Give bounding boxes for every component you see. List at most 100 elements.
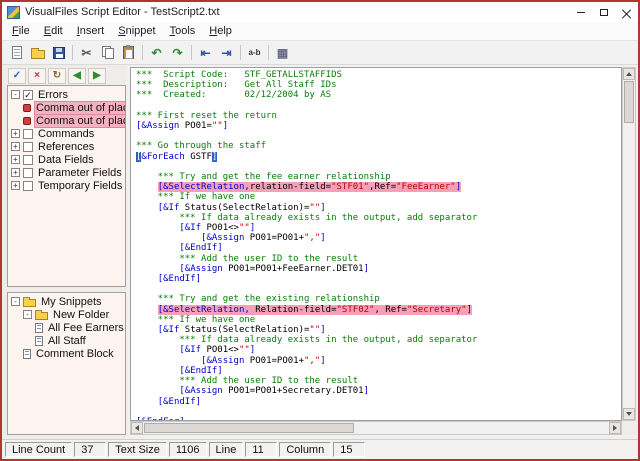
explorer-item-references[interactable]: +References [8,140,125,153]
explorer-item-errors[interactable]: -✓Errors [8,88,125,101]
code-line-12[interactable]: [&SelectRelation,relation-field="STF01",… [136,182,621,192]
save-script-button[interactable] [48,43,69,63]
explorer-item-commands[interactable]: +Commands [8,127,125,140]
code-line-2[interactable]: *** Description: Get All Staff IDs [136,80,621,90]
menu-tools[interactable]: Tools [163,23,203,39]
code-line-34[interactable] [136,407,621,417]
check-script-button[interactable]: ✓ [8,68,26,84]
snippets-item-comment-block[interactable]: Comment Block [8,347,125,360]
explorer-item-temporary-fields[interactable]: +Temporary Fields [8,179,125,192]
code-line-24[interactable]: [&SelectRelation, Relation-field="STF02"… [136,305,621,315]
code-line-19[interactable]: *** Add the user ID to the result [136,254,621,264]
outdent-button[interactable]: ⇤ [195,43,216,63]
explorer-item-parameter-fields[interactable]: +Parameter Fields [8,166,125,179]
code-editor[interactable]: *** Script Code: STF_GETALLSTAFFIDS*** D… [130,67,622,421]
menu-edit[interactable]: Edit [37,23,70,39]
code-line-9[interactable]: [&ForEach GSTF] [136,152,621,162]
menu-file[interactable]: File [5,23,37,39]
scroll-right-button[interactable] [609,422,621,434]
snippets-item-all-fee-earners[interactable]: All Fee Earners [8,321,125,334]
expand-icon[interactable]: + [11,142,20,151]
collapse-icon[interactable]: - [11,90,20,99]
open-script-button[interactable] [27,43,48,63]
vertical-scroll-track[interactable] [623,80,635,408]
new-script-button[interactable] [6,43,27,63]
scroll-down-button[interactable] [623,408,635,420]
minimize-button[interactable] [569,2,592,22]
collapse-icon[interactable]: - [23,310,32,319]
snippets-item-all-staff[interactable]: All Staff [8,334,125,347]
code-line-17[interactable]: [&Assign PO01=PO01+","] [136,233,621,243]
vertical-scroll-thumb[interactable] [624,81,634,123]
code-line-14[interactable]: [&If Status(SelectRelation)=""] [136,203,621,213]
indent-button[interactable]: ⇥ [216,43,237,63]
menu-insert[interactable]: Insert [70,23,112,39]
paste-button[interactable] [118,43,139,63]
code-line-10[interactable] [136,162,621,172]
code-line-23[interactable]: *** Try and get the existing relationshi… [136,294,621,304]
code-line-5[interactable]: *** First reset the return [136,111,621,121]
expand-icon[interactable]: + [11,181,20,190]
delete-item-button[interactable]: × [28,68,46,84]
menu-help[interactable]: Help [202,23,239,39]
code-line-8[interactable]: *** Go through the staff [136,141,621,151]
collapse-icon[interactable]: - [11,297,20,306]
code-line-26[interactable]: [&If Status(SelectRelation)=""] [136,325,621,335]
checkbox[interactable] [23,168,33,178]
checkbox[interactable] [23,129,33,139]
code-line-25[interactable]: *** If we have one [136,315,621,325]
code-line-31[interactable]: *** Add the user ID to the result [136,376,621,386]
code-line-6[interactable]: [&Assign PO01=""] [136,121,621,131]
folder-icon [23,299,36,307]
code-line-11[interactable]: *** Try and get the fee earner relations… [136,172,621,182]
code-line-27[interactable]: *** If data already exists in the output… [136,335,621,345]
next-error-button[interactable]: ▶ [88,68,106,84]
close-button[interactable] [615,2,638,22]
explorer-item-comma-out-of-place[interactable]: Comma out of place [8,114,125,127]
code-line-29[interactable]: [&Assign PO01=PO01+","] [136,356,621,366]
text-size-label: Text Size [108,442,167,457]
expand-icon[interactable]: + [11,168,20,177]
snippet-manager-button[interactable]: ▦ [272,43,293,63]
checkbox[interactable] [23,181,33,191]
code-line-7[interactable] [136,131,621,141]
code-line-28[interactable]: [&If PO01<>""] [136,345,621,355]
horizontal-scroll-thumb[interactable] [144,423,354,433]
snippets-item-new-folder[interactable]: -New Folder [8,308,125,321]
vertical-scrollbar[interactable] [622,67,636,421]
code-line-20[interactable]: [&Assign PO01=PO01+FeeEarner.DET01] [136,264,621,274]
expand-icon[interactable]: + [11,129,20,138]
code-line-22[interactable] [136,284,621,294]
code-line-18[interactable]: [&EndIf] [136,243,621,253]
previous-error-button[interactable]: ◀ [68,68,86,84]
code-line-1[interactable]: *** Script Code: STF_GETALLSTAFFIDS [136,70,621,80]
checkbox[interactable] [23,155,33,165]
scroll-up-button[interactable] [623,68,635,80]
explorer-item-data-fields[interactable]: +Data Fields [8,153,125,166]
code-line-13[interactable]: *** If we have one [136,192,621,202]
find-replace-button[interactable]: a-b [244,43,265,63]
snippets-item-my-snippets[interactable]: -My Snippets [8,295,125,308]
checkbox[interactable] [23,142,33,152]
code-line-33[interactable]: [&EndIf] [136,397,621,407]
maximize-button[interactable] [592,2,615,22]
code-line-16[interactable]: [&If PO01<>""] [136,223,621,233]
undo-button[interactable]: ↶ [146,43,167,63]
code-line-15[interactable]: *** If data already exists in the output… [136,213,621,223]
menu-snippet[interactable]: Snippet [111,23,162,39]
code-line-3[interactable]: *** Created: 02/12/2004 by AS [136,90,621,100]
code-line-32[interactable]: [&Assign PO01=PO01+Secretary.DET01] [136,386,621,396]
redo-button[interactable]: ↷ [167,43,188,63]
refresh-list-button[interactable]: ↻ [48,68,66,84]
scroll-left-button[interactable] [131,422,143,434]
horizontal-scroll-track[interactable] [143,422,609,434]
code-line-21[interactable]: [&EndIf] [136,274,621,284]
explorer-item-comma-out-of-place[interactable]: Comma out of place [8,101,125,114]
checkbox[interactable]: ✓ [23,90,33,100]
code-line-4[interactable] [136,101,621,111]
code-line-30[interactable]: [&EndIf] [136,366,621,376]
cut-button[interactable]: ✂ [76,43,97,63]
expand-icon[interactable]: + [11,155,20,164]
horizontal-scrollbar[interactable] [130,421,622,435]
copy-button[interactable] [97,43,118,63]
